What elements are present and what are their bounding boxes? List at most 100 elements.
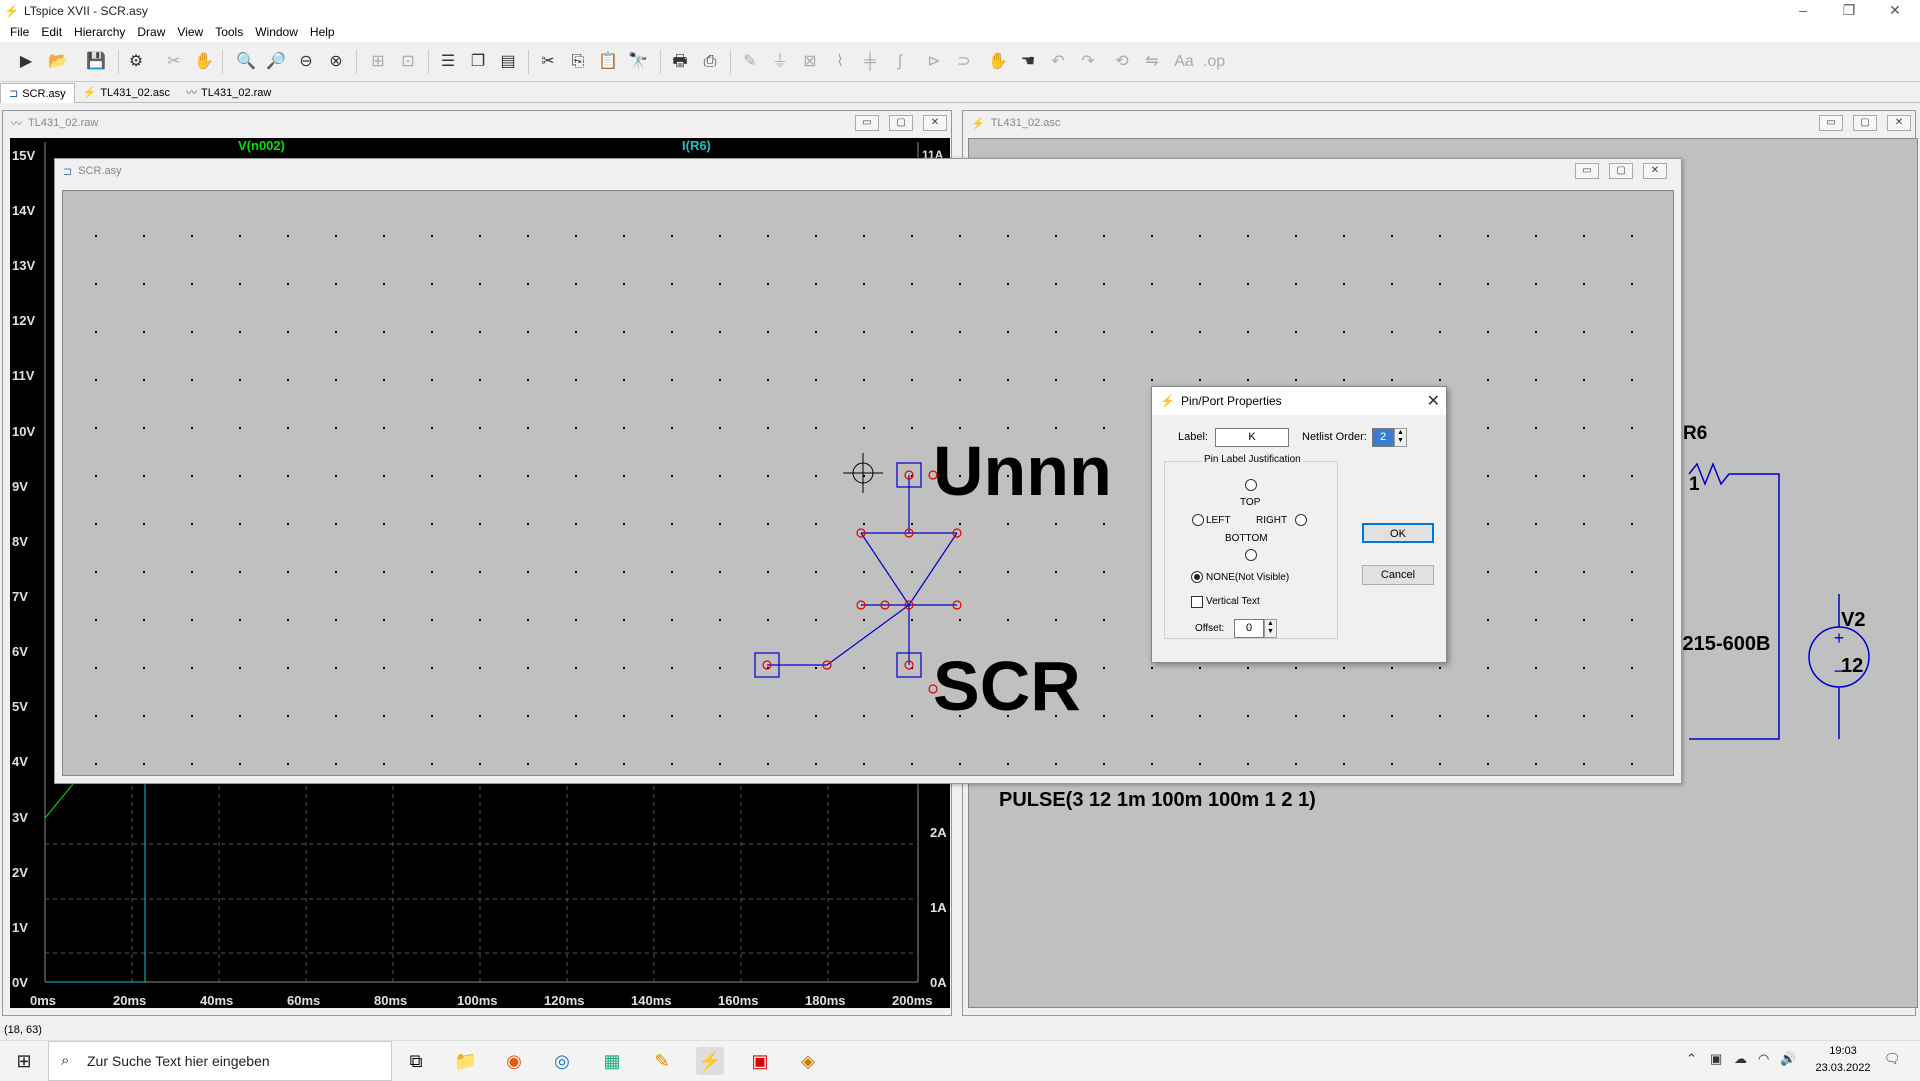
fit-icon[interactable]: ⊡ bbox=[396, 50, 420, 74]
tab-tl431-asc[interactable]: ⚡ TL431_02.asc bbox=[75, 83, 178, 103]
diode-icon[interactable]: ⊳ bbox=[922, 50, 946, 74]
inductor-icon[interactable]: ∫ bbox=[888, 50, 912, 74]
radio-top[interactable] bbox=[1245, 479, 1257, 491]
radio-left[interactable] bbox=[1192, 514, 1204, 526]
offset-input[interactable]: 0 bbox=[1234, 619, 1264, 638]
cancel-button[interactable]: Cancel bbox=[1362, 565, 1434, 585]
menu-file[interactable]: File bbox=[4, 25, 35, 39]
text-icon[interactable]: Aa bbox=[1172, 50, 1196, 74]
ltspice-taskbar-icon[interactable]: ⚡ bbox=[696, 1047, 724, 1075]
windows-start-icon[interactable]: ⊞ bbox=[10, 1047, 38, 1075]
close-button[interactable]: ✕ bbox=[1643, 163, 1667, 179]
redo-icon[interactable]: ↷ bbox=[1076, 50, 1100, 74]
menu-window[interactable]: Window bbox=[249, 25, 304, 39]
autorange-icon[interactable]: ⊞ bbox=[366, 50, 390, 74]
close-button[interactable]: ✕ bbox=[1872, 0, 1918, 22]
zoom-fit-icon[interactable]: ⊗ bbox=[324, 50, 348, 74]
menu-tools[interactable]: Tools bbox=[209, 25, 249, 39]
tray-wifi-icon[interactable]: ◠ bbox=[1758, 1051, 1769, 1067]
resistor-icon[interactable]: ⌇ bbox=[828, 50, 852, 74]
run-icon[interactable]: ▶ bbox=[14, 50, 38, 74]
tile-horizontal-icon[interactable]: ☰ bbox=[436, 50, 460, 74]
r6-label[interactable]: R6 bbox=[1683, 423, 1707, 445]
dialog-close-icon[interactable]: ✕ bbox=[1427, 391, 1440, 411]
print-icon[interactable]: 🖶 bbox=[668, 50, 692, 74]
pan-icon[interactable]: ✋ bbox=[192, 50, 216, 74]
minimize-button[interactable]: ▭ bbox=[1575, 163, 1599, 179]
cut-icon[interactable]: ✂ bbox=[536, 50, 560, 74]
save-icon[interactable]: 💾 bbox=[84, 50, 108, 74]
trace-label-vn002[interactable]: V(n002) bbox=[238, 138, 285, 153]
v2-value[interactable]: 12 bbox=[1841, 655, 1863, 678]
zoom-pan-icon[interactable]: 🔎 bbox=[264, 50, 288, 74]
tray-up-icon[interactable]: ⌃ bbox=[1686, 1051, 1697, 1067]
task-view-icon[interactable]: ⧉ bbox=[402, 1047, 430, 1075]
wire-icon[interactable]: ✎ bbox=[738, 50, 762, 74]
print-setup-icon[interactable]: ⎙ bbox=[698, 50, 722, 74]
menu-help[interactable]: Help bbox=[304, 25, 341, 39]
drag-icon[interactable]: ☚ bbox=[1016, 50, 1040, 74]
radio-right[interactable] bbox=[1295, 514, 1307, 526]
rotate-icon[interactable]: ⟲ bbox=[1110, 50, 1134, 74]
app-icon[interactable]: ◎ bbox=[548, 1047, 576, 1075]
component-icon[interactable]: ⊃ bbox=[952, 50, 976, 74]
label-input[interactable]: K bbox=[1215, 428, 1289, 447]
menu-hierarchy[interactable]: Hierarchy bbox=[68, 25, 131, 39]
paste-icon[interactable]: 📋 bbox=[596, 50, 620, 74]
capacitor-icon[interactable]: ╪ bbox=[858, 50, 882, 74]
zoom-out-icon[interactable]: ⊖ bbox=[294, 50, 318, 74]
halt-icon[interactable]: ✂ bbox=[162, 50, 186, 74]
minimize-button[interactable]: ▭ bbox=[855, 115, 879, 131]
restore-button[interactable]: ❐ bbox=[1826, 0, 1872, 22]
notifications-icon[interactable]: 🗨 bbox=[1884, 1051, 1901, 1067]
tray-network-icon[interactable]: ▣ bbox=[1710, 1051, 1722, 1067]
calculator-icon[interactable]: ▦ bbox=[598, 1047, 626, 1075]
tab-scr-asy[interactable]: ⊐ SCR.asy bbox=[0, 83, 75, 103]
maximize-button[interactable]: ▢ bbox=[1853, 115, 1877, 131]
radio-bottom[interactable] bbox=[1245, 549, 1257, 561]
control-panel-icon[interactable]: ⚙ bbox=[124, 50, 148, 74]
vertical-text-checkbox[interactable] bbox=[1191, 596, 1203, 608]
maximize-button[interactable]: ▢ bbox=[1609, 163, 1633, 179]
tray-volume-icon[interactable]: 🔊 bbox=[1780, 1051, 1796, 1067]
symbol-name-attribute[interactable]: SCR bbox=[933, 646, 1081, 726]
netlist-order-stepper[interactable]: ▲ ▼ bbox=[1394, 428, 1407, 447]
clock-date[interactable]: 23.03.2022 bbox=[1810, 1062, 1876, 1074]
zoom-in-icon[interactable]: 🔍 bbox=[234, 50, 258, 74]
file-explorer-icon[interactable]: 📁 bbox=[452, 1047, 480, 1075]
app2-icon[interactable]: ◈ bbox=[794, 1047, 822, 1075]
v2-label[interactable]: V2 bbox=[1841, 609, 1865, 632]
tab-tl431-raw[interactable]: 〰 TL431_02.raw bbox=[178, 83, 279, 103]
radio-none[interactable] bbox=[1191, 571, 1203, 583]
label-net-icon[interactable]: ⊠ bbox=[798, 50, 822, 74]
move-icon[interactable]: ✋ bbox=[986, 50, 1010, 74]
cascade-icon[interactable]: ❐ bbox=[466, 50, 490, 74]
pen-app-icon[interactable]: ✎ bbox=[648, 1047, 676, 1075]
menu-view[interactable]: View bbox=[171, 25, 209, 39]
menu-edit[interactable]: Edit bbox=[35, 25, 68, 39]
taskbar-search[interactable]: ⌕ Zur Suche Text hier eingeben bbox=[48, 1041, 392, 1081]
find-icon[interactable]: 🔭 bbox=[626, 50, 650, 74]
tray-cloud-icon[interactable]: ☁ bbox=[1734, 1051, 1747, 1067]
mirror-icon[interactable]: ⇋ bbox=[1140, 50, 1164, 74]
menu-draw[interactable]: Draw bbox=[131, 25, 171, 39]
ok-button[interactable]: OK bbox=[1362, 523, 1434, 543]
undo-icon[interactable]: ↶ bbox=[1046, 50, 1070, 74]
netlist-order-input[interactable]: 2 bbox=[1372, 428, 1394, 447]
close-button[interactable]: ✕ bbox=[1887, 115, 1911, 131]
clock-time[interactable]: 19:03 bbox=[1818, 1045, 1868, 1057]
maximize-button[interactable]: ▢ bbox=[889, 115, 913, 131]
open-folder-icon[interactable]: 📂 bbox=[46, 50, 70, 74]
firefox-icon[interactable]: ◉ bbox=[500, 1047, 528, 1075]
minimize-button[interactable]: ▭ bbox=[1819, 115, 1843, 131]
spice-directive-icon[interactable]: .op bbox=[1202, 50, 1226, 74]
part-label[interactable]: .215-600B bbox=[1677, 633, 1770, 656]
acrobat-icon[interactable]: ▣ bbox=[746, 1047, 774, 1075]
trace-label-ir6[interactable]: I(R6) bbox=[682, 138, 711, 153]
pulse-directive[interactable]: PULSE(3 12 1m 100m 100m 1 2 1) bbox=[999, 789, 1316, 812]
instname-attribute[interactable]: Unnn bbox=[933, 431, 1112, 511]
tile-vertical-icon[interactable]: ▤ bbox=[496, 50, 520, 74]
minimize-button[interactable]: – bbox=[1780, 0, 1826, 22]
offset-stepper[interactable]: ▲ ▼ bbox=[1264, 619, 1277, 638]
r6-value[interactable]: 1 bbox=[1689, 474, 1700, 496]
